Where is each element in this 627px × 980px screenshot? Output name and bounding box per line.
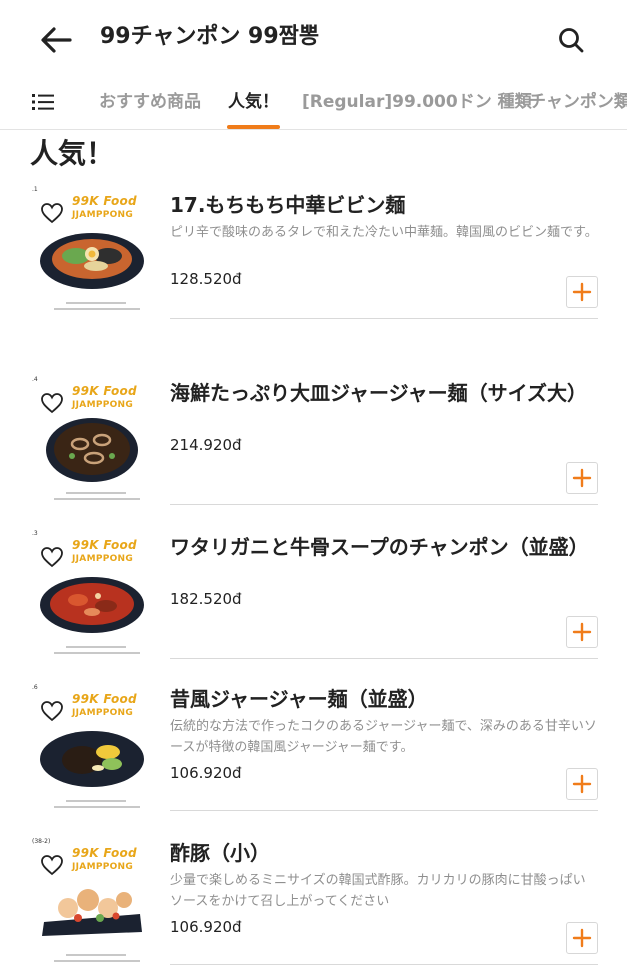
- image-corner-mark: .1: [32, 186, 38, 193]
- item-price: 214.920đ: [170, 436, 242, 454]
- menu-item[interactable]: .1 99K Food JJAMPPONG 17.もちもち中華ビビン麺 ピリ辛で…: [0, 186, 627, 326]
- brand-logo-subtext: JJAMPPONG: [72, 862, 134, 872]
- item-name: ワタリガニと牛骨スープのチャンポン（並盛）: [170, 535, 589, 559]
- tab-champon[interactable]: チャンポン類: [529, 90, 627, 114]
- item-divider: [170, 504, 598, 505]
- top-bar: 99チャンポン 99짬뽕: [0, 0, 627, 76]
- add-to-cart-button[interactable]: [566, 922, 598, 954]
- item-name: 17.もちもち中華ビビン麺: [170, 193, 406, 217]
- item-divider: [170, 810, 598, 811]
- item-divider: [170, 964, 598, 965]
- tab-regular-99000[interactable]: [Regular]99.000ドン 種類: [302, 90, 532, 114]
- menu-item[interactable]: .4 99K Food JJAMPPONG 海鮮たっぷり大皿ジャージャー麺（サイ…: [0, 374, 627, 508]
- item-price: 106.920đ: [170, 918, 242, 936]
- item-image: .1 99K Food JJAMPPONG: [28, 186, 156, 318]
- item-divider: [170, 658, 598, 659]
- heart-icon[interactable]: [40, 202, 64, 224]
- store-title: 99チャンポン 99짬뽕: [100, 24, 320, 49]
- brand-logo-text: 99K Food: [72, 846, 137, 860]
- item-name: 昔風ジャージャー麺（並盛）: [170, 687, 428, 711]
- food-plate-image: [42, 889, 142, 936]
- plus-icon: [572, 282, 592, 302]
- image-fine-print: [66, 302, 126, 304]
- item-description: 伝統的な方法で作ったコクのあるジャージャー麺で、深みのある甘辛いソースが特徴の韓…: [170, 719, 597, 755]
- food-plate-image: [46, 418, 138, 482]
- item-description: ピリ辛で酸味のあるタレで和えた冷たい中華麺。韓国風のビビン麺です。: [170, 225, 598, 240]
- add-to-cart-button[interactable]: [566, 276, 598, 308]
- item-price: 128.520đ: [170, 270, 242, 288]
- image-fine-print: [54, 806, 140, 808]
- category-menu-button[interactable]: [30, 90, 58, 114]
- plus-icon: [572, 928, 592, 948]
- brand-logo-subtext: JJAMPPONG: [72, 554, 134, 564]
- plus-icon: [572, 468, 592, 488]
- item-image: .3 99K Food JJAMPPONG: [28, 530, 156, 662]
- add-to-cart-button[interactable]: [566, 616, 598, 648]
- item-name: 海鮮たっぷり大皿ジャージャー麺（サイズ大）: [170, 381, 587, 405]
- food-plate-image: [40, 233, 144, 289]
- tab-popular[interactable]: 人気！: [228, 90, 279, 114]
- active-tab-indicator: [227, 125, 280, 129]
- heart-icon[interactable]: [40, 854, 64, 876]
- image-fine-print: [66, 800, 126, 802]
- add-to-cart-button[interactable]: [566, 768, 598, 800]
- image-fine-print: [66, 646, 126, 648]
- image-fine-print: [54, 652, 140, 654]
- item-image: (38-2) 99K Food JJAMPPONG: [28, 838, 156, 970]
- item-divider: [170, 318, 598, 319]
- image-fine-print: [66, 954, 126, 956]
- brand-logo-text: 99K Food: [72, 538, 137, 552]
- brand-logo-subtext: JJAMPPONG: [72, 210, 134, 220]
- section-title: 人気！: [30, 137, 115, 170]
- item-image: .6 99K Food JJAMPPONG: [28, 684, 156, 816]
- heart-icon[interactable]: [40, 700, 64, 722]
- image-fine-print: [54, 498, 140, 500]
- add-to-cart-button[interactable]: [566, 462, 598, 494]
- arrow-left-icon: [41, 27, 72, 53]
- heart-icon[interactable]: [40, 392, 64, 414]
- search-button[interactable]: [553, 22, 589, 58]
- brand-logo-subtext: JJAMPPONG: [72, 400, 134, 410]
- plus-icon: [572, 774, 592, 794]
- list-menu-icon: [32, 94, 54, 110]
- menu-item[interactable]: .3 99K Food JJAMPPONG ワタリガニと牛骨スープのチャンポン（…: [0, 528, 627, 662]
- food-plate-image: [40, 731, 144, 787]
- image-corner-mark: .3: [32, 530, 38, 537]
- food-plate-image: [40, 577, 144, 633]
- brand-logo-subtext: JJAMPPONG: [72, 708, 134, 718]
- image-fine-print: [54, 960, 140, 962]
- plus-icon: [572, 622, 592, 642]
- image-fine-print: [54, 308, 140, 310]
- back-button[interactable]: [38, 22, 74, 58]
- category-tab-bar: おすすめ商品 人気！ [Regular]99.000ドン 種類 チャンポン類: [0, 76, 627, 130]
- brand-logo-text: 99K Food: [72, 692, 137, 706]
- menu-item[interactable]: .6 99K Food JJAMPPONG 昔風ジャージャー麺（並盛） 伝統的な…: [0, 682, 627, 816]
- heart-icon[interactable]: [40, 546, 64, 568]
- item-image: .4 99K Food JJAMPPONG: [28, 376, 156, 508]
- image-corner-mark: .4: [32, 376, 38, 383]
- item-name: 酢豚（小）: [170, 841, 270, 865]
- search-icon: [559, 28, 584, 53]
- image-corner-mark: (38-2): [32, 838, 51, 845]
- menu-item[interactable]: (38-2) 99K Food JJAMPPONG 酢豚（小） 少量で楽しめるミ…: [0, 836, 627, 976]
- tab-recommended[interactable]: おすすめ商品: [99, 90, 201, 114]
- item-price: 182.520đ: [170, 590, 242, 608]
- item-price: 106.920đ: [170, 764, 242, 782]
- image-fine-print: [66, 492, 126, 494]
- item-description: 少量で楽しめるミニサイズの韓国式酢豚。カリカリの豚肉に甘酸っぱいソースをかけて召…: [170, 873, 586, 909]
- brand-logo-text: 99K Food: [72, 194, 137, 208]
- brand-logo-text: 99K Food: [72, 384, 137, 398]
- image-corner-mark: .6: [32, 684, 38, 691]
